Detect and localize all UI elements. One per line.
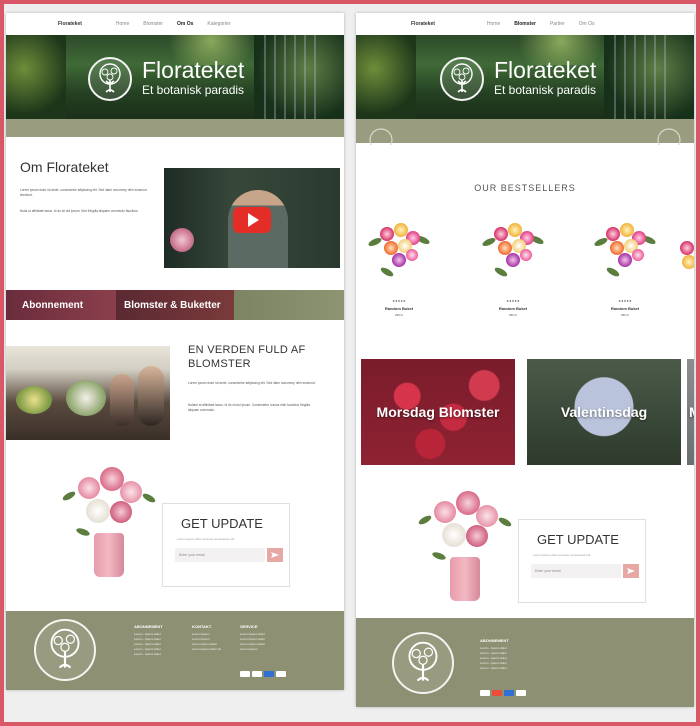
product-card[interactable]: ★★★★★ Random Buket 299 kr [472,217,554,337]
bouquet-image [593,217,657,287]
world-paragraph-1: Lorem ipsum dolor sit amet, consectetur … [188,381,316,385]
card-icon [276,671,286,677]
product-card-partial[interactable] [678,217,694,337]
product-name[interactable]: Random Buket [472,306,554,311]
nav-link-om-os[interactable]: Om Os [579,21,595,27]
tile-morsdag[interactable]: Morsdag Blomster [361,359,515,465]
hero-banner: Florateket Et botanisk paradis [356,35,694,119]
tree-icon [657,128,681,145]
olive-divider [356,119,694,145]
bouquet-image [481,217,545,287]
send-icon[interactable] [267,548,283,562]
hero-subtitle: Et botanisk paradis [142,83,245,97]
email-input[interactable]: Enter your email [531,564,621,578]
hero-title: Florateket [494,57,597,83]
product-card[interactable]: ★★★★★ Random Buket 299 kr [584,217,666,337]
send-icon[interactable] [623,564,639,578]
product-price: 299 kr [620,313,630,317]
product-card[interactable]: ★★★★★ Random Buket 299 kr [358,217,440,337]
product-name[interactable]: Random Buket [358,306,440,311]
footer-tree-icon[interactable] [392,632,454,694]
category-abonnement[interactable]: Abonnement [6,290,116,320]
footer: ABONNEMENT Lorem - Ipsum dolor Lorem - I… [6,611,344,690]
nav-brand[interactable]: Florateket [411,21,435,27]
card-icon [480,690,490,696]
world-title: EN VERDEN FULD AF BLOMSTER [188,344,306,370]
bouquet-vase-image [412,483,522,608]
footer-col-service: SERVICE Lorem Ipsum dolor Lorem Ipsum do… [240,624,266,651]
nav-link-home[interactable]: Home [116,21,129,27]
footer-col-abonnement: ABONNEMENT Lorem - Ipsum dolor Lorem - I… [134,624,163,656]
tile-partial[interactable]: M [687,359,694,465]
hero-banner: Florateket Et botanisk paradis [6,35,344,119]
top-nav: Florateket Home Blomster Partier Om Os [356,13,694,35]
product-price: 299 kr [394,313,404,317]
nav-link-partier[interactable]: Partier [550,21,565,27]
footer: ABONNEMENT Lorem - Ipsum dolor Lorem - I… [356,618,694,707]
tree-icon [369,128,393,145]
newsletter-box: GET UPDATE Lorem ipsum dolor sit amet co… [162,503,290,587]
about-paragraph-1: Lorem ipsum dolor sit amet, consectetur … [20,188,147,197]
card-icon [504,690,514,696]
shop-photo [6,346,170,440]
bouquet-vase-image [56,459,166,584]
newsletter-note: Lorem ipsum dolor sit amet consectetur e… [177,537,235,541]
tile-valentinsdag[interactable]: Valentinsdag [527,359,681,465]
tree-icon[interactable] [88,57,132,101]
nav-link-blomster[interactable]: Blomster [514,21,536,27]
rating-stars: ★★★★★ [618,299,632,303]
card-icon [516,690,526,696]
payment-icons [480,690,526,696]
email-input[interactable]: Enter your email [175,548,265,562]
world-paragraph-2: Nullam at affinitate lacus. Id do sit du… [188,403,311,412]
hero-title: Florateket [142,57,245,83]
category-blomster-buketter[interactable]: Blomster & Buketter [116,290,234,320]
bouquet-image [367,217,431,287]
newsletter-box: GET UPDATE Lorem ipsum dolor sit amet co… [518,519,646,603]
card-icon [240,671,250,677]
product-price: 299 kr [508,313,518,317]
olive-divider [6,119,344,137]
card-icon [492,690,502,696]
category-third[interactable] [234,290,344,320]
rating-stars: ★★★★★ [392,299,406,303]
nav-link-om-os[interactable]: Om Os [177,21,193,27]
shop-page-mockup: Florateket Home Blomster Partier Om Os F… [356,13,694,707]
category-strip: Abonnement Blomster & Buketter [6,290,344,320]
tree-icon[interactable] [440,57,484,101]
about-title: Om Florateket [20,159,109,175]
footer-tree-icon[interactable] [34,619,96,681]
about-paragraph-2: Nulla ut affinitate lacus. Id do sit dui… [20,209,139,213]
nav-link-blomster[interactable]: Blomster [143,21,163,27]
nav-link-home[interactable]: Home [487,21,500,27]
footer-col-kontakt: KONTAKT Lorem Ipsum Lorem Ipsum Lorem Ip… [192,624,221,651]
product-name[interactable]: Random Buket [584,306,666,311]
card-icon [252,671,262,677]
nav-brand[interactable]: Florateket [58,21,82,27]
video-player[interactable] [164,168,340,268]
homepage-mockup: Florateket Home Blomster Om Os Kategorie… [6,13,344,690]
card-icon [264,671,274,677]
play-icon[interactable] [233,207,271,233]
newsletter-title: GET UPDATE [537,532,619,547]
newsletter-title: GET UPDATE [181,516,263,531]
newsletter-note: Lorem ipsum dolor sit amet consectetur e… [533,553,591,557]
rating-stars: ★★★★★ [506,299,520,303]
bestsellers-title: OUR BESTSELLERS [474,183,576,193]
payment-icons [240,671,286,677]
footer-col-abonnement: ABONNEMENT Lorem - Ipsum dolor Lorem - I… [480,638,509,670]
nav-link-kategorier[interactable]: Kategorier [207,21,230,27]
top-nav: Florateket Home Blomster Om Os Kategorie… [6,13,344,35]
hero-subtitle: Et botanisk paradis [494,83,597,97]
